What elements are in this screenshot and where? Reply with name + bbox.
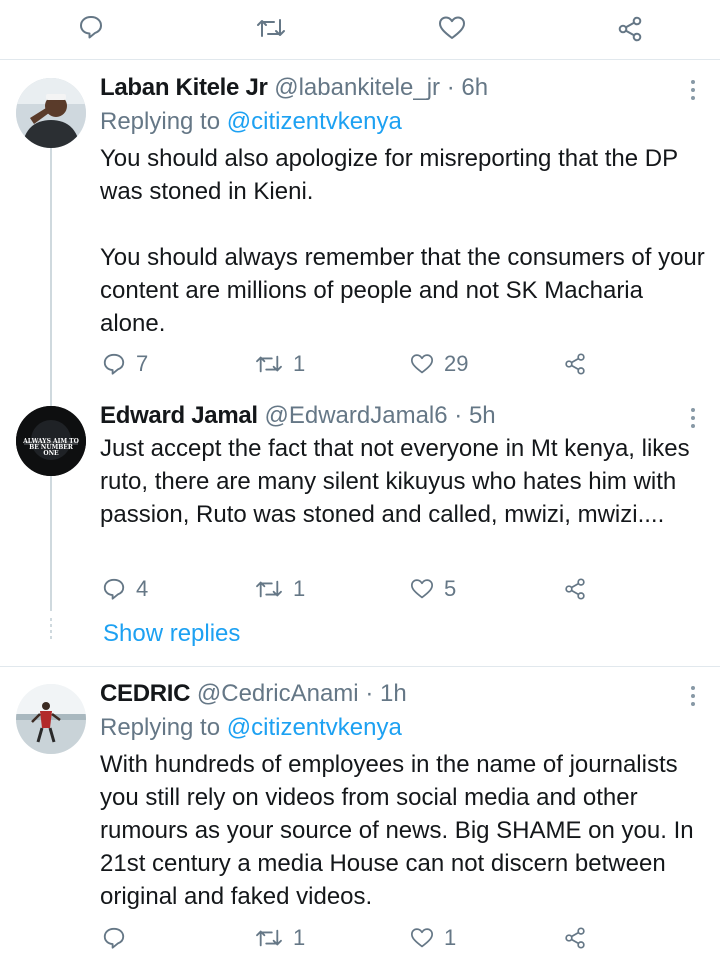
reply-icon <box>102 577 126 601</box>
tweet-header: Edward Jamal @EdwardJamal6 · 5h <box>100 401 496 431</box>
tweet-text: Just accept the fact that not everyone i… <box>100 432 710 531</box>
avatar-text: ALWAYS AIM TO BE NUMBER ONE <box>23 438 79 457</box>
retweet-button[interactable]: 1 <box>255 349 305 379</box>
user-handle[interactable]: @labankitele_jr <box>274 74 440 101</box>
display-name[interactable]: CEDRIC <box>100 680 191 707</box>
reply-button[interactable]: 7 <box>102 349 148 379</box>
replying-to: Replying to @citizentvkenya <box>100 714 402 741</box>
like-icon[interactable] <box>438 15 466 46</box>
share-icon <box>563 926 587 950</box>
like-icon <box>410 353 434 375</box>
reply-button[interactable] <box>102 923 136 953</box>
tweet-header: CEDRIC @CedricAnami · 1h <box>100 679 407 709</box>
previous-tweet-actions <box>0 0 720 60</box>
display-name[interactable]: Laban Kitele Jr <box>100 74 268 101</box>
share-button[interactable] <box>563 574 587 604</box>
retweet-count: 1 <box>293 351 306 376</box>
reply-count: 7 <box>136 351 149 376</box>
reply-icon[interactable] <box>78 14 104 45</box>
more-icon[interactable] <box>686 78 700 102</box>
like-count: 5 <box>444 576 457 601</box>
share-icon <box>563 577 587 601</box>
share-icon <box>563 352 587 376</box>
tweet-paragraph: With hundreds of employees in the name o… <box>100 751 694 910</box>
user-handle[interactable]: @EdwardJamal6 <box>264 402 447 429</box>
tweet-actions: 7 1 29 <box>0 349 720 379</box>
reply-button[interactable]: 4 <box>102 574 148 604</box>
tweet-paragraph: You should also apologize for misreporti… <box>100 145 678 205</box>
tweet-text: You should also apologize for misreporti… <box>100 142 710 340</box>
retweet-icon[interactable] <box>256 15 286 46</box>
avatar[interactable] <box>16 684 86 754</box>
retweet-count: 1 <box>293 925 306 950</box>
like-button[interactable]: 5 <box>410 574 456 604</box>
replying-to: Replying to @citizentvkenya <box>100 108 402 135</box>
avatar[interactable] <box>16 78 86 148</box>
like-count: 1 <box>444 925 457 950</box>
tweet-actions: 1 1 <box>0 923 720 953</box>
tweet-actions: 4 1 5 <box>0 574 720 604</box>
share-button[interactable] <box>563 923 587 953</box>
reply-icon <box>102 352 126 376</box>
more-icon[interactable] <box>686 684 700 708</box>
tweet[interactable]: ALWAYS AIM TO BE NUMBER ONE Edward Jamal… <box>0 388 720 666</box>
like-button[interactable]: 1 <box>410 923 456 953</box>
separator: · <box>454 402 463 429</box>
thread-dots <box>50 618 52 640</box>
tweet-paragraph: Just accept the fact that not everyone i… <box>100 435 690 528</box>
separator: · <box>446 74 455 101</box>
timestamp[interactable]: 1h <box>380 680 407 707</box>
tweet[interactable]: CEDRIC @CedricAnami · 1h Replying to @ci… <box>0 667 720 966</box>
share-button[interactable] <box>563 349 587 379</box>
tweet[interactable]: Laban Kitele Jr @labankitele_jr · 6h Rep… <box>0 60 720 388</box>
tweet-header: Laban Kitele Jr @labankitele_jr · 6h <box>100 73 488 103</box>
thread-line <box>50 388 52 406</box>
more-icon[interactable] <box>686 406 700 430</box>
share-icon[interactable] <box>616 15 644 48</box>
like-icon <box>410 578 434 600</box>
mention-link[interactable]: @citizentvkenya <box>227 108 402 135</box>
timestamp[interactable]: 5h <box>469 402 496 429</box>
like-button[interactable]: 29 <box>410 349 468 379</box>
retweet-icon <box>255 926 283 950</box>
separator: · <box>365 680 374 707</box>
avatar[interactable]: ALWAYS AIM TO BE NUMBER ONE <box>16 406 86 476</box>
retweet-icon <box>255 577 283 601</box>
show-replies-link[interactable]: Show replies <box>103 619 240 649</box>
timestamp[interactable]: 6h <box>461 74 488 101</box>
user-handle[interactable]: @CedricAnami <box>197 680 359 707</box>
retweet-count: 1 <box>293 576 306 601</box>
like-count: 29 <box>444 351 469 376</box>
tweet-text: With hundreds of employees in the name o… <box>100 748 710 913</box>
mention-link[interactable]: @citizentvkenya <box>227 714 402 741</box>
like-icon <box>410 927 434 949</box>
retweet-button[interactable]: 1 <box>255 923 305 953</box>
retweet-button[interactable]: 1 <box>255 574 305 604</box>
retweet-icon <box>255 352 283 376</box>
reply-icon <box>102 926 126 950</box>
display-name[interactable]: Edward Jamal <box>100 402 258 429</box>
tweet-paragraph: You should always remember that the cons… <box>100 244 705 337</box>
reply-count: 4 <box>136 576 149 601</box>
